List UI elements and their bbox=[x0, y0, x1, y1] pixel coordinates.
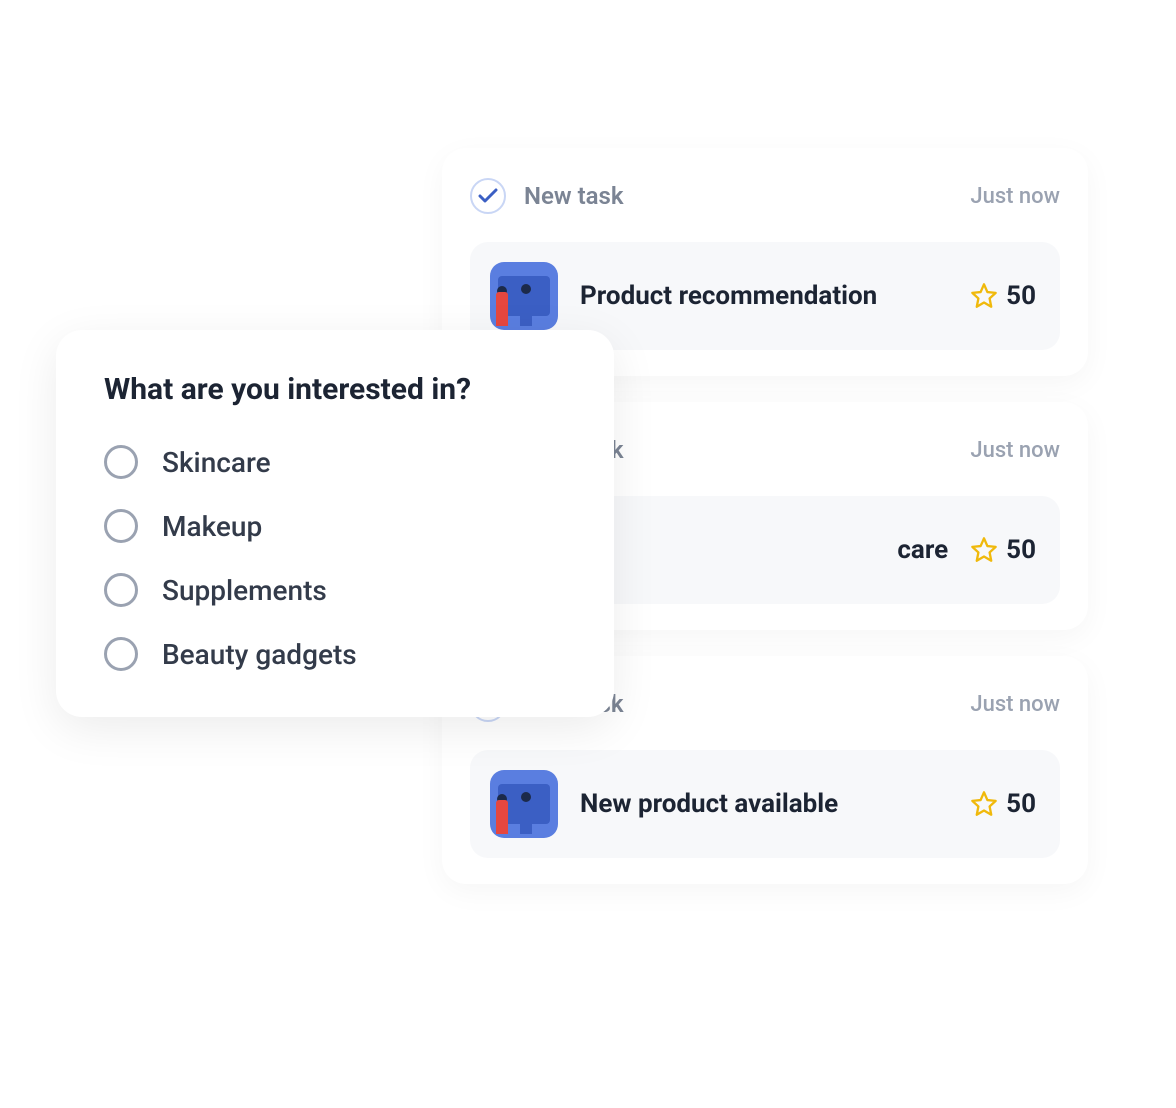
task-inner[interactable]: New product available 50 bbox=[470, 750, 1060, 858]
check-circle-icon bbox=[470, 178, 506, 214]
task-time: Just now bbox=[970, 692, 1060, 717]
task-points-wrap: 50 bbox=[970, 789, 1036, 819]
interest-option-makeup[interactable]: Makeup bbox=[104, 509, 566, 543]
task-points: 50 bbox=[1006, 789, 1036, 819]
task-title: care bbox=[580, 535, 948, 565]
radio-icon[interactable] bbox=[104, 573, 138, 607]
interest-option-skincare[interactable]: Skincare bbox=[104, 445, 566, 479]
option-label: Makeup bbox=[162, 510, 262, 543]
radio-icon[interactable] bbox=[104, 509, 138, 543]
task-card-header: New task Just now bbox=[470, 178, 1060, 214]
task-thumbnail-icon bbox=[490, 262, 558, 330]
task-title: New product available bbox=[580, 789, 948, 819]
star-icon bbox=[970, 790, 998, 818]
task-time: Just now bbox=[970, 438, 1060, 463]
task-header-left: New task bbox=[470, 178, 624, 214]
task-header-label: New task bbox=[524, 182, 624, 210]
option-label: Beauty gadgets bbox=[162, 638, 357, 671]
task-title: Product recommendation bbox=[580, 281, 948, 311]
radio-icon[interactable] bbox=[104, 445, 138, 479]
interest-question-card: What are you interested in? Skincare Mak… bbox=[56, 330, 614, 717]
option-label: Skincare bbox=[162, 446, 271, 479]
star-icon bbox=[970, 282, 998, 310]
task-points-wrap: 50 bbox=[970, 535, 1036, 565]
interest-option-beauty-gadgets[interactable]: Beauty gadgets bbox=[104, 637, 566, 671]
task-points: 50 bbox=[1006, 535, 1036, 565]
task-points-wrap: 50 bbox=[970, 281, 1036, 311]
option-label: Supplements bbox=[162, 574, 327, 607]
interest-title: What are you interested in? bbox=[104, 372, 566, 407]
radio-icon[interactable] bbox=[104, 637, 138, 671]
star-icon bbox=[970, 536, 998, 564]
interest-option-supplements[interactable]: Supplements bbox=[104, 573, 566, 607]
task-time: Just now bbox=[970, 184, 1060, 209]
interest-options: Skincare Makeup Supplements Beauty gadge… bbox=[104, 445, 566, 671]
task-thumbnail-icon bbox=[490, 770, 558, 838]
task-points: 50 bbox=[1006, 281, 1036, 311]
